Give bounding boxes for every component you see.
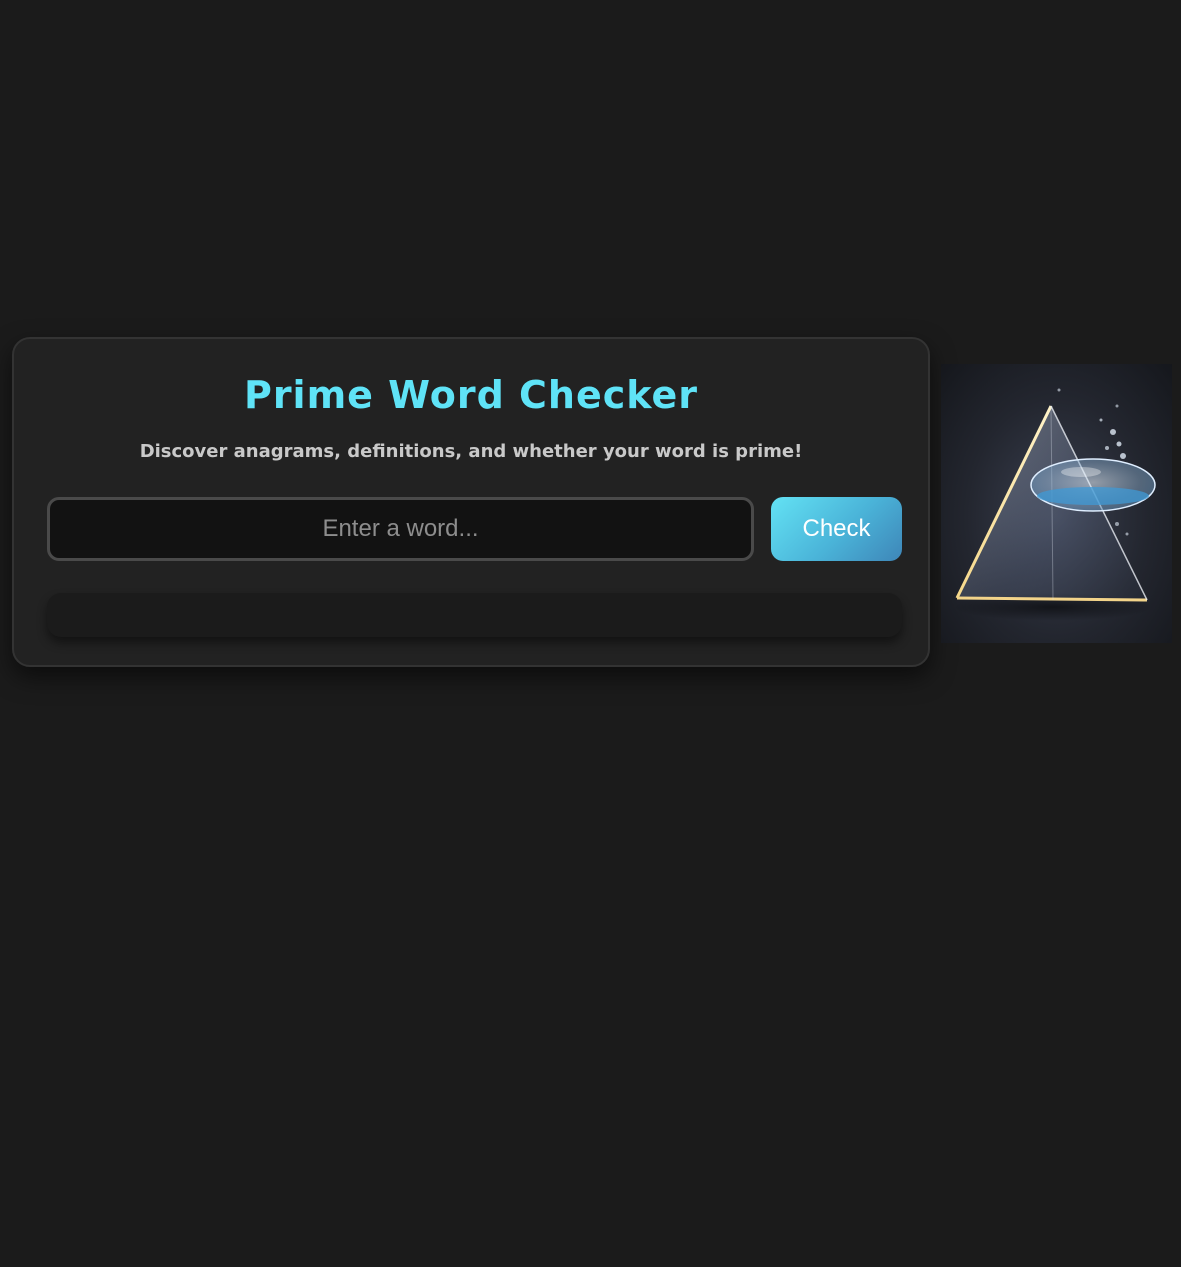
prism-image bbox=[941, 364, 1172, 643]
prism-illustration bbox=[953, 388, 1156, 621]
page-title: Prime Word Checker bbox=[243, 373, 699, 417]
page-subtitle: Discover anagrams, definitions, and whet… bbox=[139, 441, 803, 462]
checker-card: Prime Word Checker Discover anagrams, de… bbox=[12, 337, 930, 667]
word-input[interactable] bbox=[47, 497, 754, 561]
result-box bbox=[47, 593, 902, 637]
check-button[interactable]: Check bbox=[771, 497, 902, 561]
